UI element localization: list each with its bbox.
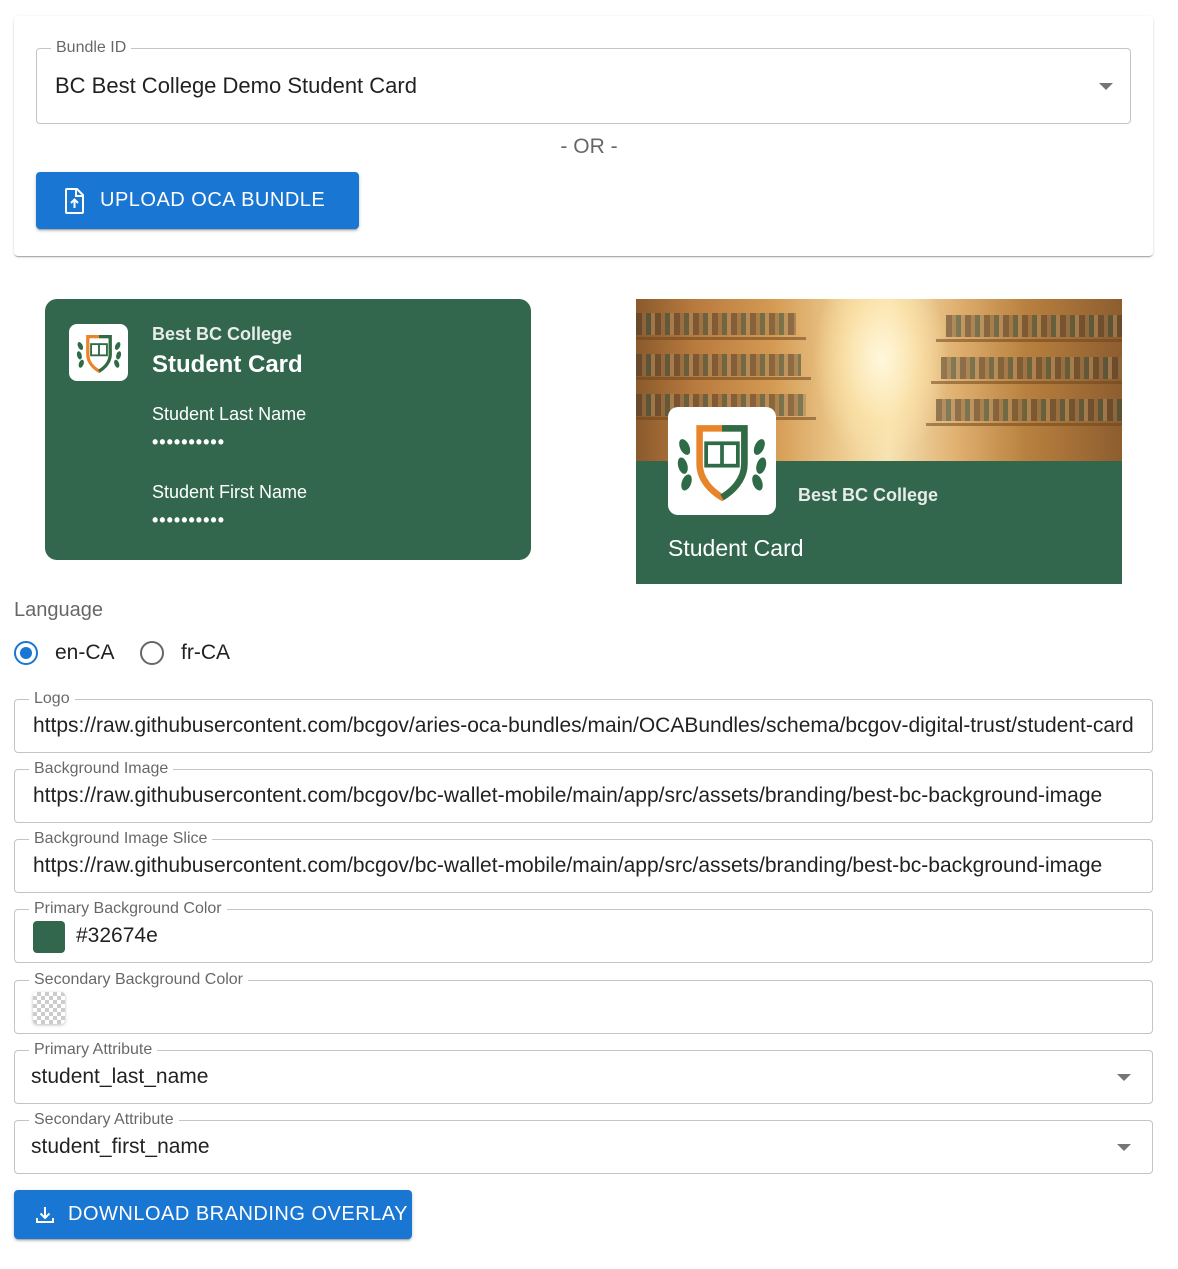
secondary-attribute-field-label: Secondary Attribute bbox=[29, 1112, 179, 1128]
background-image-slice-label: Background Image Slice bbox=[29, 831, 213, 847]
secondary-background-color-label: Secondary Background Color bbox=[29, 972, 249, 988]
primary-attribute-select[interactable]: Primary Attribute student_last_name bbox=[14, 1042, 1153, 1104]
upload-oca-bundle-button[interactable]: UPLOAD OCA BUNDLE bbox=[36, 172, 359, 229]
radio-en-ca-label: en-CA bbox=[55, 641, 115, 664]
background-image-slice-field[interactable]: Background Image Slice https://raw.githu… bbox=[14, 831, 1153, 893]
bundle-id-select[interactable]: Bundle ID BC Best College Demo Student C… bbox=[36, 40, 1131, 124]
radio-fr-ca[interactable]: fr-CA bbox=[140, 641, 230, 665]
chevron-down-icon bbox=[1117, 1144, 1131, 1151]
background-image-value: https://raw.githubusercontent.com/bcgov/… bbox=[33, 784, 1103, 807]
detail-logo-tile bbox=[668, 407, 776, 515]
radio-fr-ca-label: fr-CA bbox=[181, 641, 230, 664]
download-branding-overlay-button[interactable]: DOWNLOAD BRANDING OVERLAY bbox=[14, 1190, 412, 1239]
radio-checked-icon bbox=[14, 641, 38, 665]
credential-detail-preview: Best BC College Student Card bbox=[636, 299, 1122, 584]
or-divider-text: - OR - bbox=[560, 135, 618, 158]
card-logo-tile bbox=[69, 324, 128, 381]
language-label: Language bbox=[14, 599, 103, 621]
bundle-id-label: Bundle ID bbox=[51, 40, 132, 56]
secondary-attribute-field-value: student_first_name bbox=[31, 1135, 210, 1158]
chevron-down-icon bbox=[1099, 83, 1113, 90]
college-shield-logo-icon bbox=[76, 334, 121, 373]
secondary-color-swatch[interactable] bbox=[33, 992, 65, 1024]
download-icon bbox=[36, 1206, 54, 1223]
detail-issuer-name: Best BC College bbox=[798, 485, 939, 505]
card-issuer-name: Best BC College bbox=[152, 324, 293, 344]
primary-attribute-value: •••••••••• bbox=[152, 432, 226, 452]
logo-field[interactable]: Logo https://raw.githubusercontent.com/b… bbox=[14, 691, 1153, 753]
primary-attribute-field-label: Primary Attribute bbox=[29, 1042, 158, 1058]
primary-background-color-label: Primary Background Color bbox=[29, 901, 227, 917]
primary-attribute-label: Student Last Name bbox=[152, 404, 307, 424]
credential-card-preview: Best BC College Student Card Student Las… bbox=[45, 299, 531, 560]
upload-button-label: UPLOAD OCA BUNDLE bbox=[100, 189, 326, 211]
background-image-slice-value: https://raw.githubusercontent.com/bcgov/… bbox=[33, 854, 1103, 877]
secondary-background-color-field[interactable]: Secondary Background Color bbox=[14, 972, 1153, 1034]
secondary-attribute-value: •••••••••• bbox=[152, 510, 226, 530]
radio-unchecked-icon bbox=[140, 641, 164, 665]
secondary-attribute-select[interactable]: Secondary Attribute student_first_name bbox=[14, 1112, 1153, 1174]
card-credential-name: Student Card bbox=[152, 351, 303, 378]
primary-background-color-value: #32674e bbox=[76, 924, 158, 947]
college-shield-logo-icon bbox=[677, 425, 767, 502]
detail-credential-name: Student Card bbox=[668, 535, 804, 561]
logo-field-label: Logo bbox=[29, 691, 75, 707]
bundle-id-value: BC Best College Demo Student Card bbox=[55, 73, 417, 98]
primary-color-swatch[interactable] bbox=[33, 921, 65, 953]
background-image-field[interactable]: Background Image https://raw.githubuserc… bbox=[14, 761, 1153, 823]
primary-attribute-field-value: student_last_name bbox=[31, 1065, 209, 1088]
download-button-label: DOWNLOAD BRANDING OVERLAY bbox=[68, 1203, 408, 1225]
radio-en-ca[interactable]: en-CA bbox=[14, 641, 115, 665]
upload-file-icon bbox=[65, 187, 84, 214]
logo-field-value: https://raw.githubusercontent.com/bcgov/… bbox=[33, 714, 1134, 737]
secondary-attribute-label: Student First Name bbox=[152, 482, 308, 502]
primary-background-color-field[interactable]: Primary Background Color #32674e bbox=[14, 901, 1153, 963]
background-image-label: Background Image bbox=[29, 761, 174, 777]
chevron-down-icon bbox=[1117, 1074, 1131, 1081]
